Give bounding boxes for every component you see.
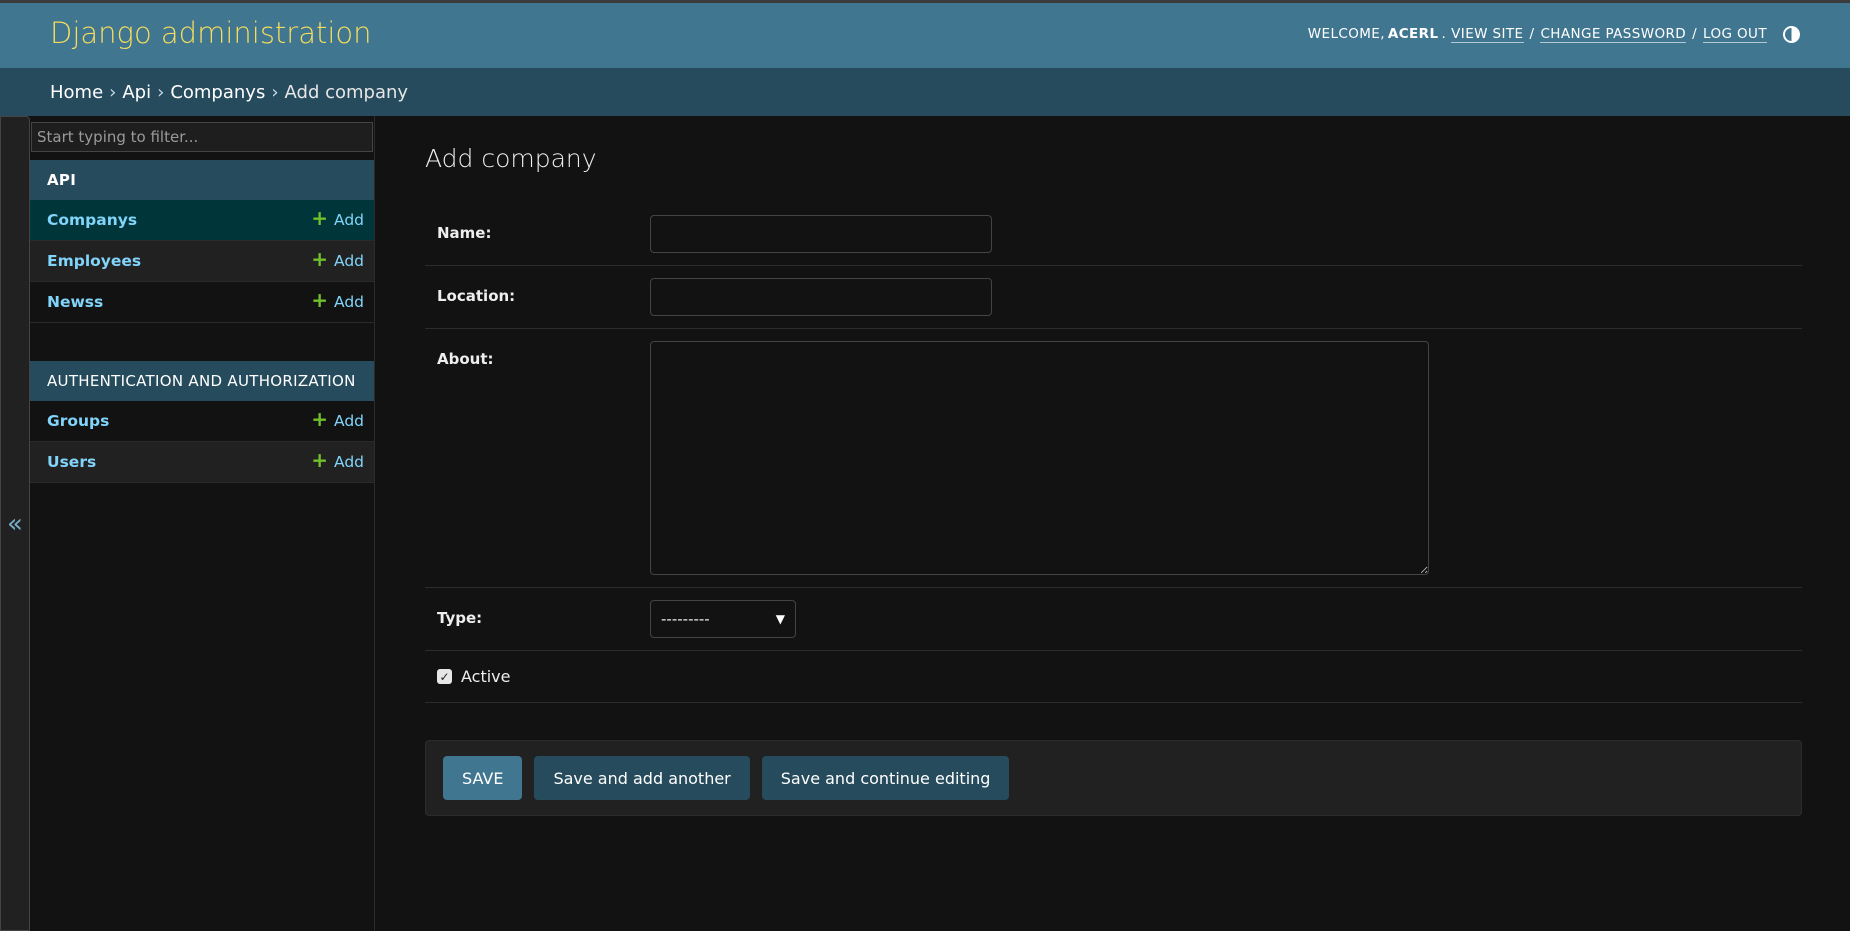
plus-icon: +: [311, 206, 328, 230]
content: Add company Name: Location: About: Type:…: [375, 116, 1850, 931]
chevron-down-icon: ▼: [775, 612, 785, 626]
plus-icon: +: [311, 288, 328, 312]
app-caption-api[interactable]: API: [30, 160, 374, 200]
add-groups-link[interactable]: + Add: [311, 407, 364, 431]
sidebar-item-employees: Employees + Add: [30, 241, 374, 282]
breadcrumb-separator: ›: [271, 81, 279, 103]
sidebar-item-newss: Newss + Add: [30, 282, 374, 323]
welcome-text: WELCOME,: [1307, 26, 1385, 42]
active-checkbox[interactable]: ✓: [437, 669, 452, 684]
breadcrumb-app[interactable]: Api: [122, 82, 151, 103]
save-and-continue-button[interactable]: Save and continue editing: [761, 756, 1010, 800]
type-label: Type:: [437, 609, 483, 627]
form-row-location: Location:: [425, 266, 1802, 329]
change-password-link[interactable]: CHANGE PASSWORD: [1540, 26, 1687, 43]
plus-icon: +: [311, 247, 328, 271]
breadcrumb-current: Add company: [284, 81, 409, 103]
breadcrumb-separator: ›: [109, 81, 117, 103]
header: Django administration WELCOME, ACERL . V…: [0, 0, 1850, 68]
add-label: Add: [333, 412, 364, 430]
add-label: Add: [333, 293, 364, 311]
user-tools: WELCOME, ACERL . VIEW SITE / CHANGE PASS…: [1307, 25, 1800, 43]
nav-filter-input[interactable]: [31, 122, 373, 152]
location-label: Location:: [437, 287, 516, 305]
name-field[interactable]: [650, 215, 992, 253]
add-companys-link[interactable]: + Add: [311, 206, 364, 230]
model-link-employees[interactable]: Employees: [47, 252, 141, 270]
theme-toggle-icon[interactable]: [1783, 25, 1800, 43]
log-out-link[interactable]: LOG OUT: [1703, 26, 1767, 43]
breadcrumb-home[interactable]: Home: [50, 82, 103, 103]
page-title: Add company: [425, 144, 597, 173]
add-users-link[interactable]: + Add: [311, 448, 364, 472]
double-chevron-left-icon: «: [7, 508, 23, 539]
type-selected-value: ---------: [661, 610, 710, 628]
model-link-groups[interactable]: Groups: [47, 412, 109, 430]
add-newss-link[interactable]: + Add: [311, 288, 364, 312]
breadcrumb: Home › Api › Companys › Add company: [0, 68, 1850, 116]
location-field[interactable]: [650, 278, 992, 316]
model-link-companys[interactable]: Companys: [47, 211, 137, 229]
nav-sidebar: API Companys + Add Employees + Add Newss…: [30, 116, 375, 931]
form-row-about: About:: [425, 329, 1802, 588]
breadcrumb-separator: ›: [157, 81, 165, 103]
sidebar-item-groups: Groups + Add: [30, 401, 374, 442]
form-row-active: ✓ Active: [425, 651, 1802, 703]
submit-row: SAVE Save and add another Save and conti…: [425, 740, 1802, 816]
main: « API Companys + Add Employees + Add New…: [0, 116, 1850, 931]
breadcrumb-model[interactable]: Companys: [170, 82, 265, 103]
app-caption-auth[interactable]: AUTHENTICATION AND AUTHORIZATION: [30, 361, 374, 401]
active-checkbox-row: ✓ Active: [437, 667, 511, 686]
type-select[interactable]: --------- ▼: [650, 600, 796, 638]
site-name[interactable]: Django administration: [50, 16, 372, 50]
active-label[interactable]: Active: [461, 667, 511, 686]
sidebar-item-users: Users + Add: [30, 442, 374, 483]
add-label: Add: [333, 252, 364, 270]
model-link-users[interactable]: Users: [47, 453, 96, 471]
username: ACERL: [1387, 26, 1439, 42]
about-label: About:: [437, 350, 494, 368]
app-module-auth: AUTHENTICATION AND AUTHORIZATION Groups …: [30, 361, 374, 483]
app-module-api: API Companys + Add Employees + Add Newss…: [30, 160, 374, 323]
add-employees-link[interactable]: + Add: [311, 247, 364, 271]
period: .: [1441, 26, 1447, 42]
name-label: Name:: [437, 224, 492, 242]
model-link-newss[interactable]: Newss: [47, 293, 103, 311]
sidebar-item-companys: Companys + Add: [30, 200, 374, 241]
about-textarea[interactable]: [650, 341, 1429, 575]
form-row-name: Name:: [425, 203, 1802, 266]
save-button[interactable]: SAVE: [443, 756, 523, 800]
add-label: Add: [333, 453, 364, 471]
add-label: Add: [333, 211, 364, 229]
collapse-sidebar-button[interactable]: «: [0, 116, 30, 931]
plus-icon: +: [311, 448, 328, 472]
form-row-type: Type: --------- ▼: [425, 588, 1802, 651]
view-site-link[interactable]: VIEW SITE: [1451, 26, 1524, 43]
plus-icon: +: [311, 407, 328, 431]
separator: /: [1692, 26, 1698, 42]
separator: /: [1529, 26, 1535, 42]
save-and-add-another-button[interactable]: Save and add another: [534, 756, 750, 800]
